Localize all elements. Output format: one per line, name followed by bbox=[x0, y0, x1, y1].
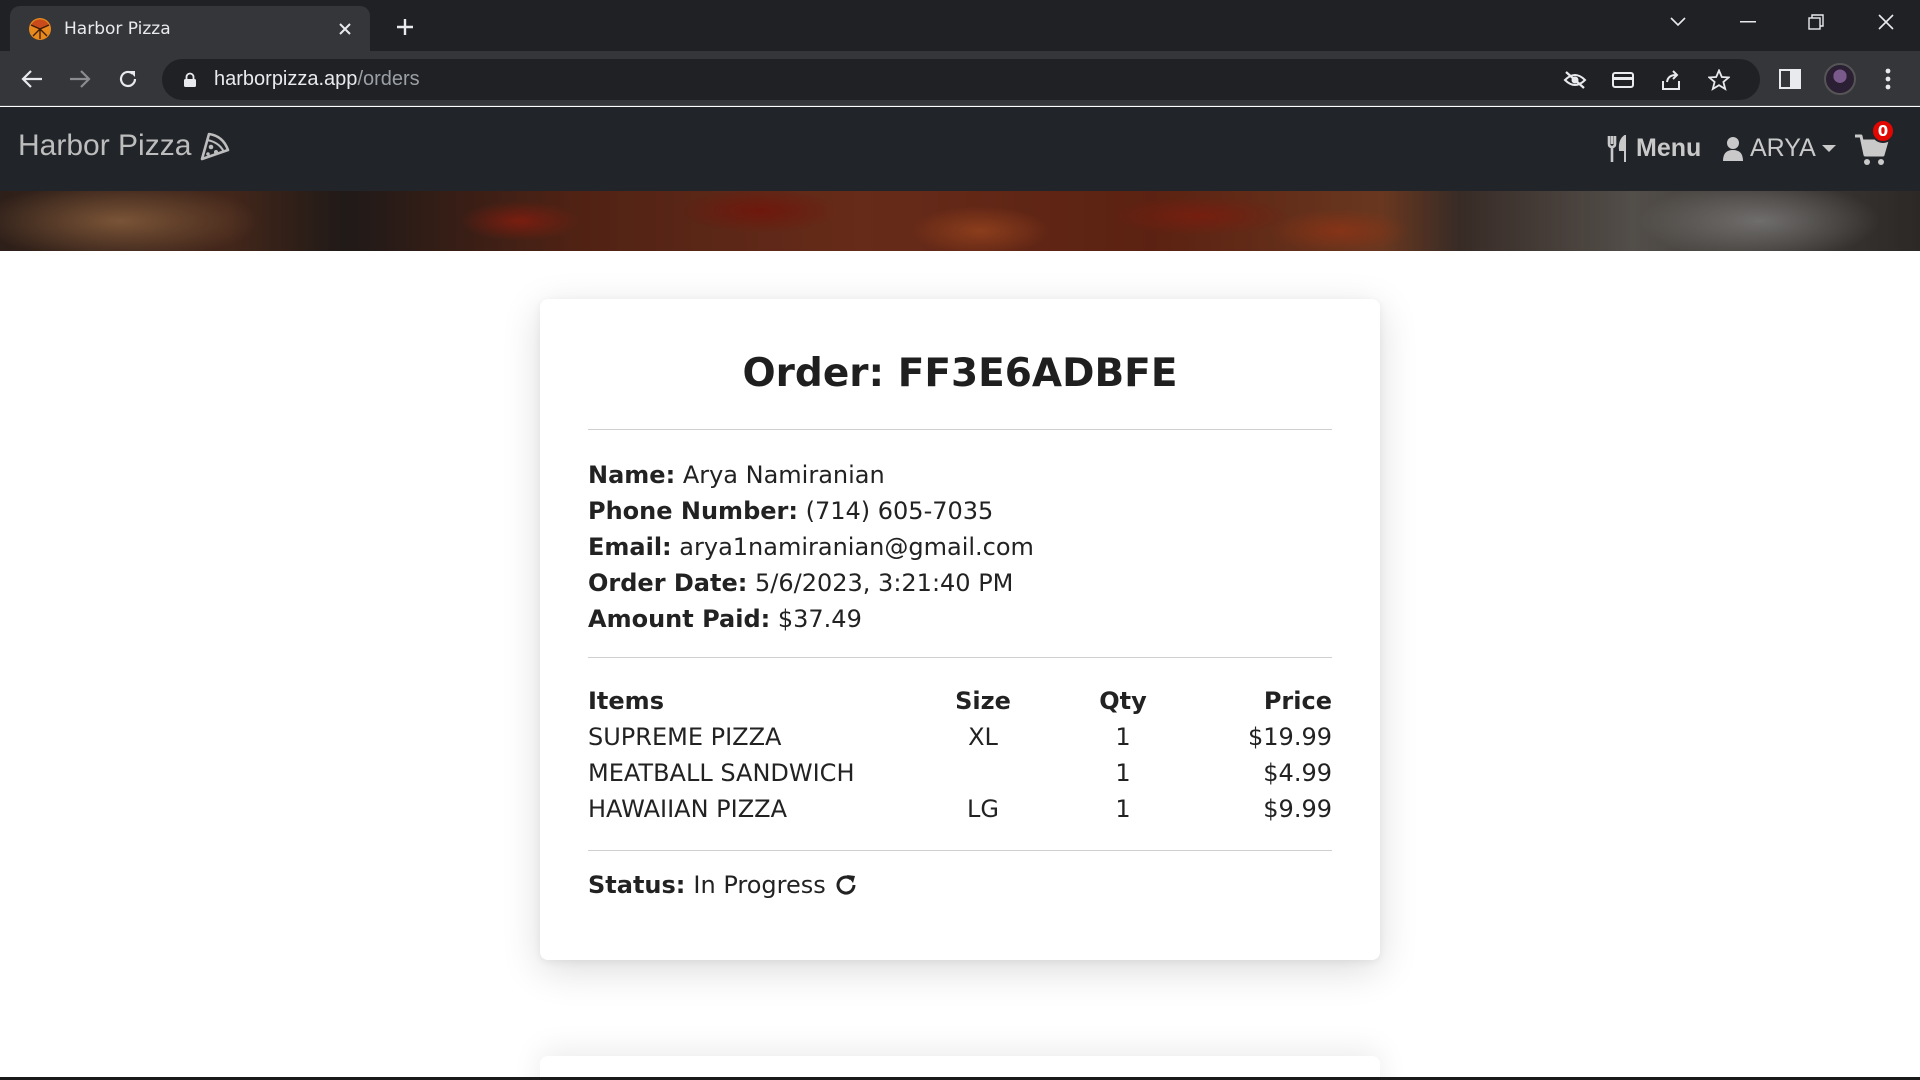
site-navbar: Harbor Pizza Menu ARYA bbox=[0, 107, 1920, 191]
browser-toolbar: harborpizza.app/orders bbox=[0, 51, 1920, 106]
nav-menu-label: Menu bbox=[1636, 134, 1702, 162]
url-text: harborpizza.app/orders bbox=[214, 68, 420, 91]
item-size: LG bbox=[967, 795, 999, 823]
info-label: Name: bbox=[588, 461, 676, 489]
share-icon[interactable] bbox=[1658, 67, 1684, 93]
restore-icon[interactable] bbox=[1786, 0, 1846, 44]
col-header-size: Size bbox=[955, 687, 1011, 715]
pizza-hero-image bbox=[0, 191, 1920, 251]
tab-search-chevron-icon[interactable] bbox=[1648, 0, 1708, 44]
info-label: Email: bbox=[588, 533, 672, 561]
card-payment-icon[interactable] bbox=[1610, 67, 1636, 93]
user-dropdown[interactable]: ARYA bbox=[1722, 134, 1836, 163]
kebab-menu-icon[interactable] bbox=[1874, 65, 1902, 93]
info-value: arya1namiranian@gmail.com bbox=[679, 533, 1034, 561]
items-header-row: Items Size Qty Price bbox=[588, 683, 1332, 719]
back-arrow-icon[interactable] bbox=[14, 61, 50, 97]
new-tab-plus-icon[interactable] bbox=[390, 12, 420, 42]
lock-icon bbox=[184, 72, 196, 87]
brand-link[interactable]: Harbor Pizza bbox=[18, 129, 231, 163]
col-header-price: Price bbox=[1263, 687, 1332, 715]
eye-off-icon[interactable] bbox=[1562, 67, 1588, 93]
item-qty: 1 bbox=[1115, 759, 1131, 787]
item-name: MEATBALL SANDWICH bbox=[588, 759, 855, 787]
divider bbox=[588, 429, 1332, 430]
forward-arrow-icon[interactable] bbox=[62, 61, 98, 97]
status-value: In Progress bbox=[693, 871, 826, 899]
info-label: Order Date: bbox=[588, 569, 748, 597]
url-path: /orders bbox=[357, 68, 420, 90]
table-row: MEATBALL SANDWICH 1 $4.99 bbox=[588, 755, 1332, 791]
info-value: Arya Namiranian bbox=[682, 461, 885, 489]
address-bar[interactable]: harborpizza.app/orders bbox=[162, 59, 1760, 100]
info-name: Name: Arya Namiranian bbox=[588, 457, 1034, 493]
profile-avatar[interactable] bbox=[1824, 63, 1856, 95]
order-info: Name: Arya Namiranian Phone Number: (714… bbox=[588, 457, 1034, 637]
info-phone: Phone Number: (714) 605-7035 bbox=[588, 493, 1034, 529]
minimize-icon[interactable] bbox=[1718, 0, 1778, 44]
info-amount-paid: Amount Paid: $37.49 bbox=[588, 601, 1034, 637]
table-row: SUPREME PIZZA XL 1 $19.99 bbox=[588, 719, 1332, 755]
pizza-favicon-icon bbox=[29, 17, 51, 40]
info-label: Amount Paid: bbox=[588, 605, 771, 633]
order-card: Order: FF3E6ADBFE Name: Arya Namiranian … bbox=[540, 299, 1380, 960]
tab-title: Harbor Pizza bbox=[64, 18, 171, 39]
url-host: harborpizza.app bbox=[214, 68, 358, 90]
cart-count-badge: 0 bbox=[1871, 119, 1895, 143]
item-price: $9.99 bbox=[1263, 795, 1332, 823]
items-table: Items Size Qty Price SUPREME PIZZA XL 1 … bbox=[588, 683, 1332, 827]
info-value: 5/6/2023, 3:21:40 PM bbox=[755, 569, 1014, 597]
order-status: Status: In Progress bbox=[588, 871, 860, 899]
bookmark-star-icon[interactable] bbox=[1706, 67, 1732, 93]
info-value: $37.49 bbox=[777, 605, 862, 633]
browser-tab[interactable]: Harbor Pizza bbox=[10, 6, 370, 51]
utensils-icon bbox=[1607, 134, 1626, 162]
info-label: Phone Number: bbox=[588, 497, 798, 525]
table-row: HAWAIIAN PIZZA LG 1 $9.99 bbox=[588, 791, 1332, 827]
item-size: XL bbox=[968, 723, 998, 751]
browser-tabstrip: Harbor Pizza bbox=[0, 0, 1920, 51]
status-label: Status: bbox=[588, 871, 686, 899]
col-header-items: Items bbox=[588, 687, 664, 715]
brand-name: Harbor Pizza bbox=[18, 129, 192, 162]
item-price: $4.99 bbox=[1263, 759, 1332, 787]
pizza-slice-icon bbox=[201, 132, 230, 161]
side-panel-icon[interactable] bbox=[1776, 65, 1804, 93]
item-qty: 1 bbox=[1115, 723, 1131, 751]
info-value: (714) 605-7035 bbox=[805, 497, 994, 525]
order-title: Order: FF3E6ADBFE bbox=[742, 351, 1178, 396]
nav-user-label: ARYA bbox=[1750, 134, 1816, 162]
item-name: SUPREME PIZZA bbox=[588, 723, 782, 751]
item-name: HAWAIIAN PIZZA bbox=[588, 795, 787, 823]
divider bbox=[588, 850, 1332, 851]
nav-menu-link[interactable]: Menu bbox=[1606, 134, 1701, 163]
reload-icon[interactable] bbox=[110, 61, 146, 97]
close-tab-icon[interactable] bbox=[334, 18, 356, 40]
user-icon bbox=[1723, 136, 1743, 161]
divider bbox=[588, 657, 1332, 658]
caret-down-icon bbox=[1821, 144, 1836, 152]
info-email: Email: arya1namiranian@gmail.com bbox=[588, 529, 1034, 565]
info-order-date: Order Date: 5/6/2023, 3:21:40 PM bbox=[588, 565, 1034, 601]
item-qty: 1 bbox=[1115, 795, 1131, 823]
col-header-qty: Qty bbox=[1099, 687, 1147, 715]
item-price: $19.99 bbox=[1248, 723, 1332, 751]
redo-arrow-icon bbox=[836, 875, 856, 895]
close-window-icon[interactable] bbox=[1856, 0, 1916, 44]
